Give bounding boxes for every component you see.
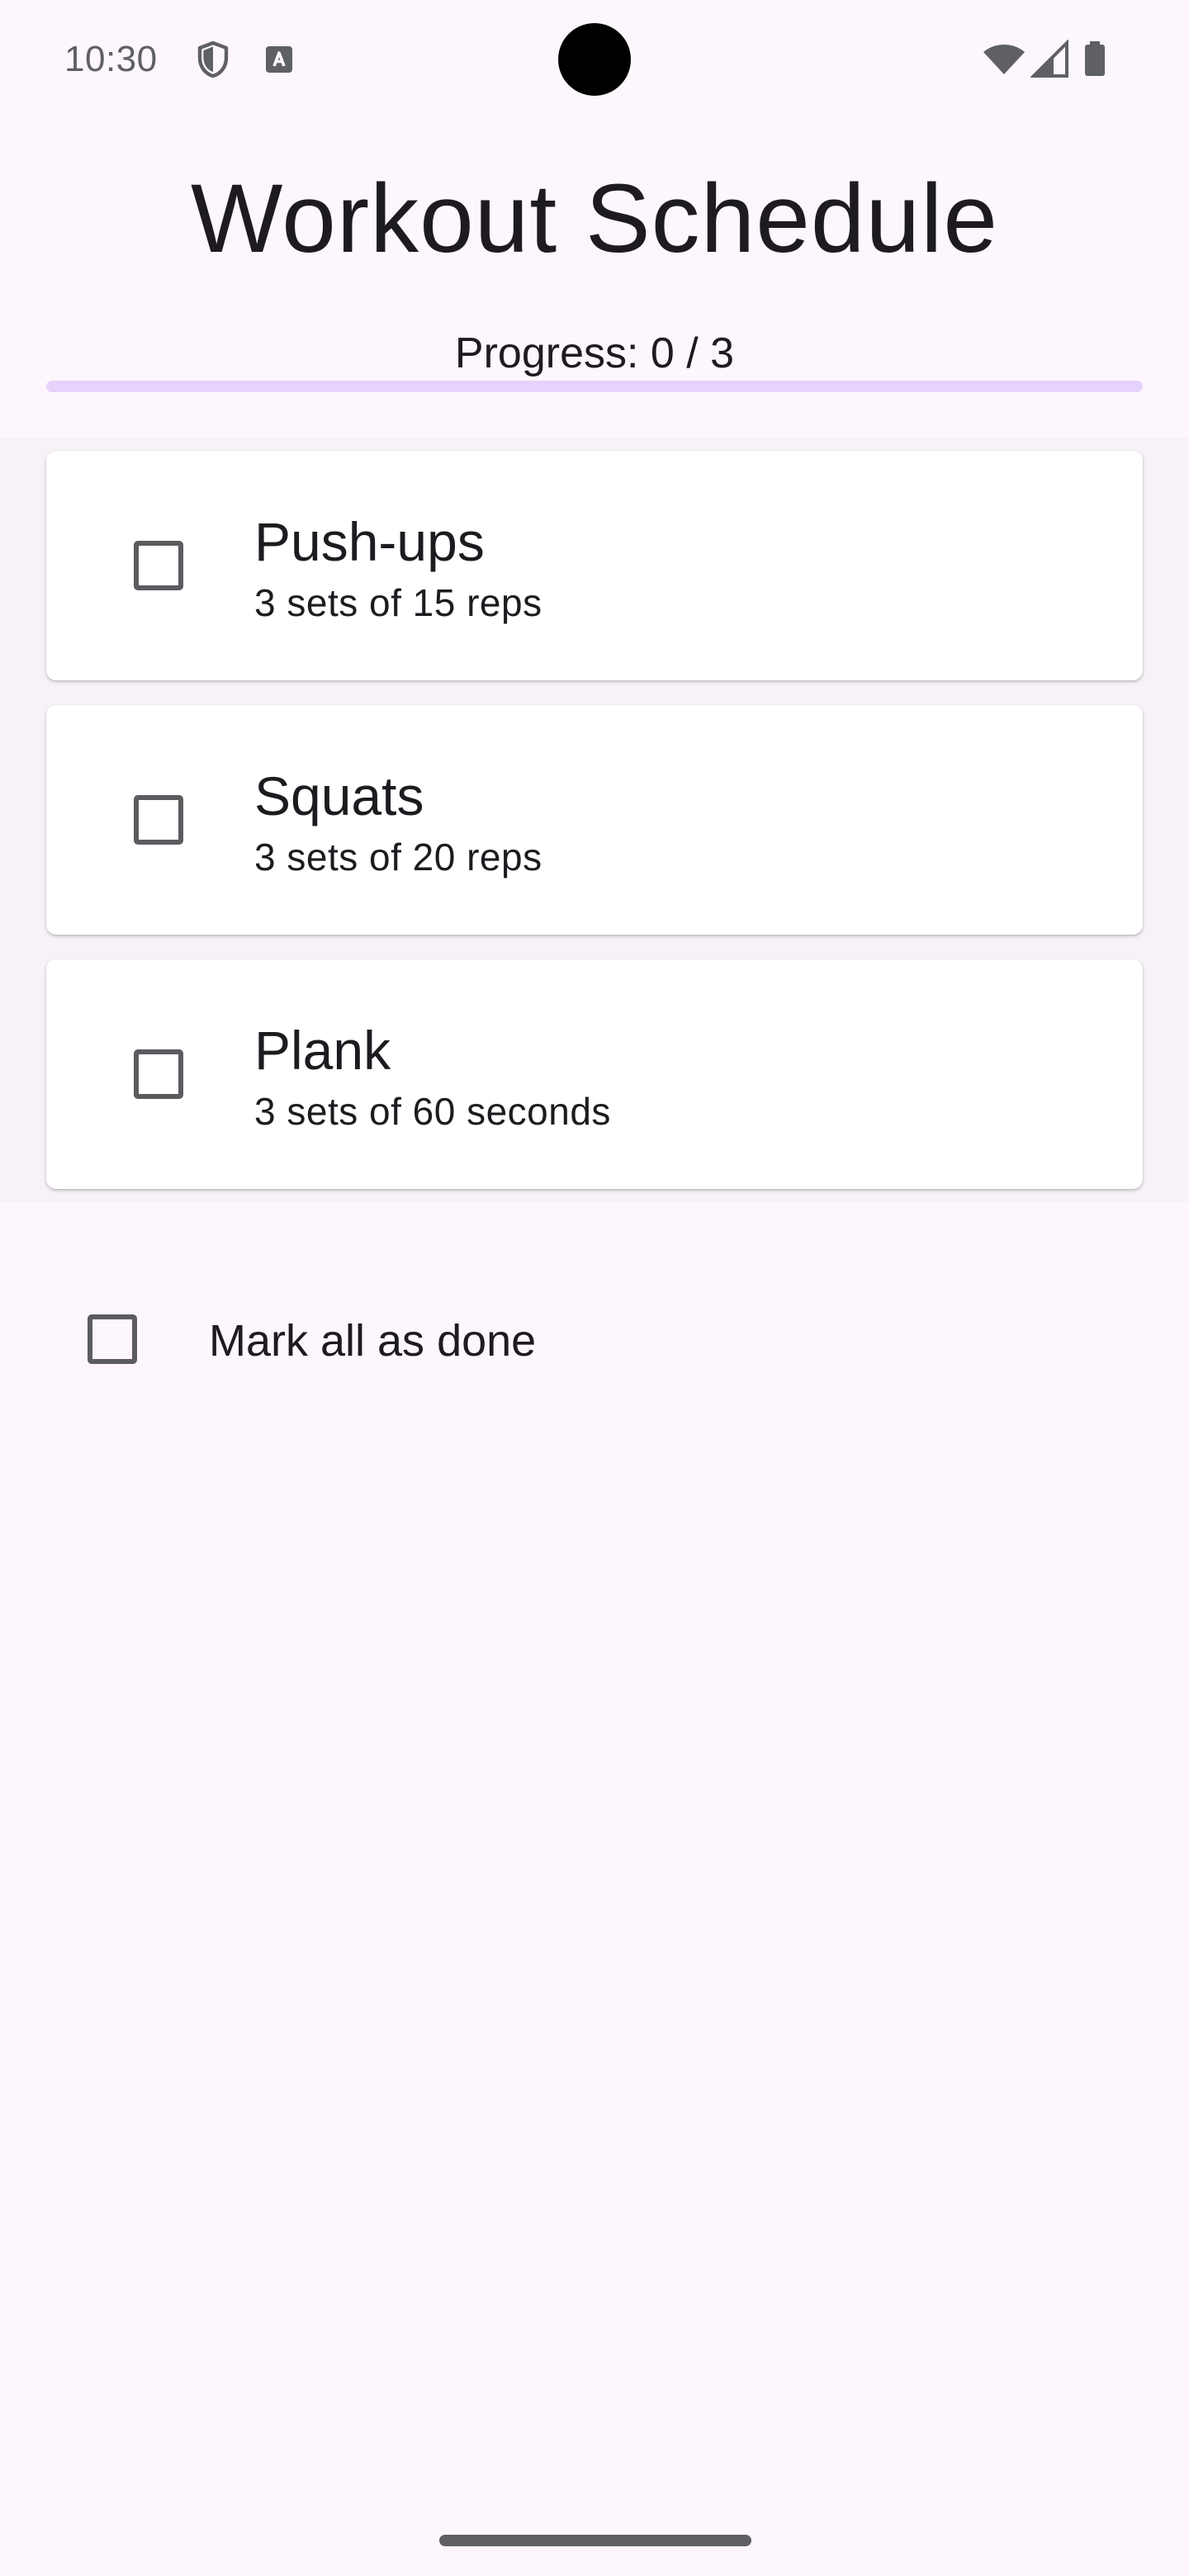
progress-label: Progress: 0 / 3: [454, 329, 735, 377]
progress-bar: [46, 381, 1143, 392]
mark-all-label: Mark all as done: [209, 1316, 537, 1366]
status-time: 10:30: [64, 39, 158, 79]
exercise-card-squats[interactable]: Squats 3 sets of 20 reps: [46, 705, 1143, 935]
mark-all-row[interactable]: Mark all as done: [46, 1288, 1143, 1390]
camera-cutout: [558, 23, 631, 96]
plank-checkbox[interactable]: [134, 1049, 183, 1099]
squats-checkbox[interactable]: [134, 795, 183, 845]
exercise-name: Push-ups: [254, 511, 485, 572]
exercise-name: Plank: [254, 1020, 391, 1081]
exercise-detail: 3 sets of 20 reps: [254, 836, 542, 878]
page-title: Workout Schedule: [190, 164, 999, 273]
exercise-card-plank[interactable]: Plank 3 sets of 60 seconds: [46, 959, 1143, 1189]
exercise-detail: 3 sets of 15 reps: [254, 581, 542, 624]
status-bar: 10:30: [0, 0, 1189, 116]
wifi-icon: [981, 40, 1027, 79]
exercise-name: Squats: [254, 765, 424, 826]
font-a-icon: [259, 40, 299, 79]
push-ups-checkbox[interactable]: [134, 541, 183, 590]
mark-all-checkbox[interactable]: [88, 1314, 137, 1364]
shield-icon: [193, 40, 233, 79]
exercise-list: Push-ups 3 sets of 15 reps Squats 3 sets…: [0, 438, 1189, 1202]
battery-icon: [1082, 40, 1108, 79]
signal-icon: [1030, 39, 1070, 79]
gesture-nav-handle[interactable]: [439, 2535, 751, 2546]
exercise-card-push-ups[interactable]: Push-ups 3 sets of 15 reps: [46, 451, 1143, 680]
exercise-detail: 3 sets of 60 seconds: [254, 1090, 611, 1133]
